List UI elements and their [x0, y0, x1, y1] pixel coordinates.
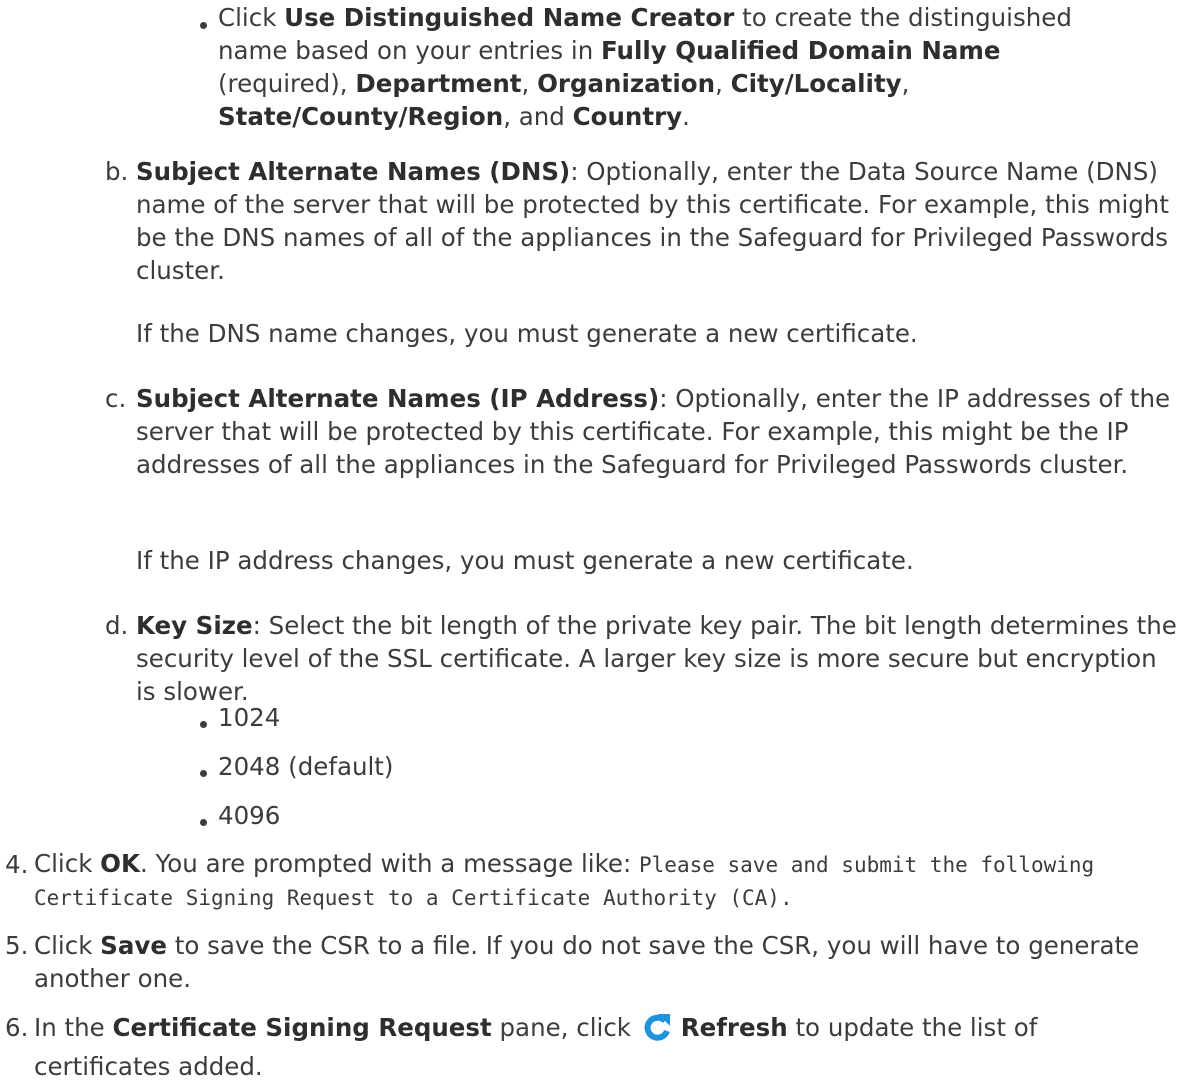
step-marker-5: 5. — [5, 931, 29, 960]
item-d-label: Key Size — [136, 611, 253, 640]
option-bullet — [200, 770, 207, 777]
item-c-label: Subject Alternate Names (IP Address) — [136, 384, 660, 413]
refresh-icon — [643, 1012, 673, 1050]
item-c-text: Subject Alternate Names (IP Address): Op… — [136, 384, 1171, 479]
item-b-note: If the DNS name changes, you must genera… — [136, 319, 918, 348]
step-marker-6: 6. — [5, 1013, 29, 1042]
list-marker-b: b. — [105, 157, 129, 186]
step-6-text: In the Certificate Signing Request pane,… — [34, 1012, 1038, 1081]
step-marker-4: 4. — [5, 850, 29, 879]
step-5-text: Click Save to save the CSR to a file. If… — [34, 931, 1140, 993]
option-bullet — [200, 819, 207, 826]
key-size-option: 1024 — [218, 703, 281, 732]
item-b-label: Subject Alternate Names (DNS) — [136, 157, 571, 186]
key-size-option: 4096 — [218, 801, 281, 830]
key-size-option: 2048 (default) — [218, 752, 394, 781]
item-b-text: Subject Alternate Names (DNS): Optionall… — [136, 157, 1169, 285]
bullet-dot — [200, 22, 207, 29]
step-4-text: Click OK. You are prompted with a messag… — [34, 849, 1095, 910]
bullet-dn-text: Click Use Distinguished Name Creator to … — [218, 3, 1072, 131]
option-bullet — [200, 721, 207, 728]
list-marker-c: c. — [105, 384, 127, 413]
list-marker-d: d. — [105, 611, 129, 640]
item-d-text: Key Size: Select the bit length of the p… — [136, 611, 1177, 706]
item-c-note: If the IP address changes, you must gene… — [136, 546, 914, 575]
